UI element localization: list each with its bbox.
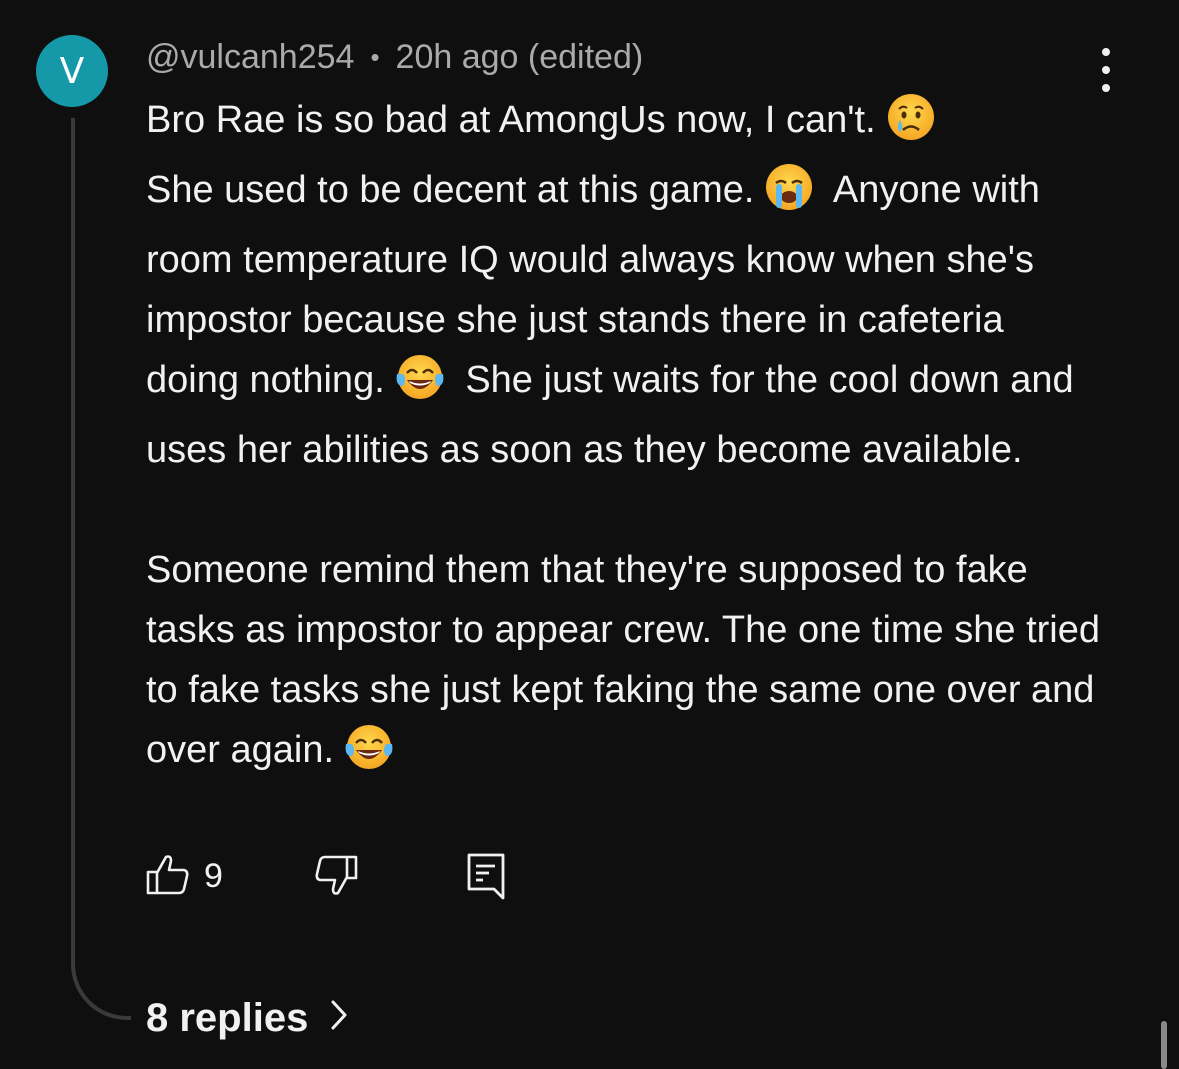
comment-line: Bro Rae is so bad at AmongUs now, I can'…	[146, 99, 876, 141]
replies-label: 8 replies	[146, 996, 309, 1040]
crying-face-emoji-icon	[886, 92, 936, 160]
loudly-crying-face-emoji-icon	[764, 162, 814, 230]
vertical-ellipsis-icon	[1102, 48, 1110, 56]
comment-header: @vulcanh254 • 20h ago (edited)	[146, 38, 643, 77]
thumbs-up-icon	[146, 852, 190, 901]
face-with-tears-of-joy-emoji-icon	[395, 352, 445, 420]
scrollbar-thumb[interactable]	[1161, 1021, 1167, 1069]
timestamp[interactable]: 20h ago (edited)	[396, 38, 644, 77]
thread-line	[71, 118, 131, 1020]
comment-paragraph-1: Bro Rae is so bad at AmongUs now, I can'…	[146, 90, 1106, 480]
like-count: 9	[204, 857, 223, 895]
avatar-letter: V	[59, 50, 85, 92]
comment-line: She used to be decent at this game.	[146, 169, 755, 211]
comment-body: Bro Rae is so bad at AmongUs now, I can'…	[146, 90, 1106, 790]
comment-paragraph-2: Someone remind them that they're suppose…	[146, 540, 1106, 790]
like-button[interactable]: 9	[146, 852, 223, 901]
view-replies-button[interactable]: 8 replies	[146, 996, 348, 1041]
header-separator: •	[370, 42, 380, 72]
comment-line: Someone remind them that they're suppose…	[146, 549, 1100, 771]
username[interactable]: @vulcanh254	[146, 38, 354, 77]
avatar[interactable]: V	[36, 35, 108, 107]
thumbs-down-icon	[314, 855, 358, 902]
reply-button[interactable]	[466, 852, 506, 905]
comment-reply-icon	[466, 853, 506, 904]
more-options-button[interactable]	[1086, 48, 1126, 92]
dislike-button[interactable]	[314, 854, 358, 903]
face-with-tears-of-joy-emoji-icon	[344, 722, 394, 790]
chevron-right-icon	[330, 996, 348, 1041]
